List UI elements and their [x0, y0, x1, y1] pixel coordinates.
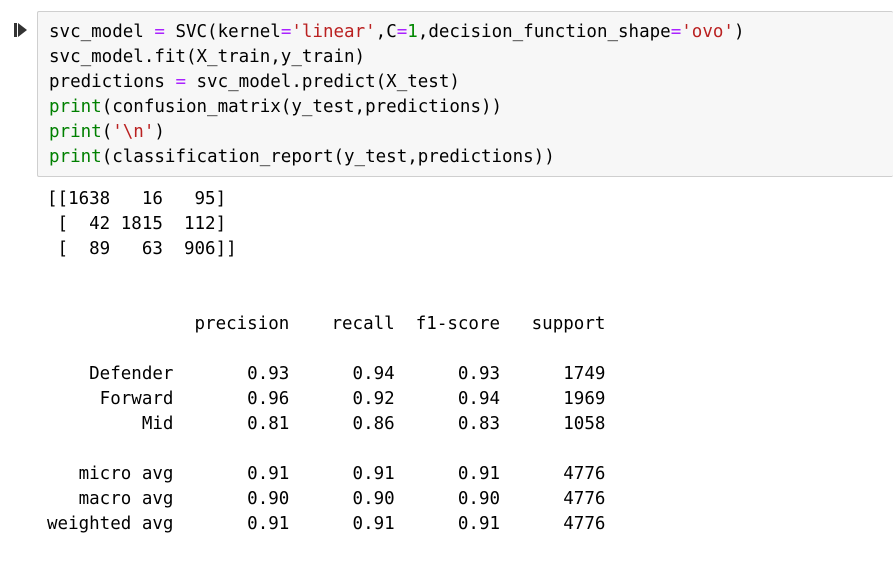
code-token: (classification_report(y_test,prediction…: [101, 147, 555, 167]
code-editor[interactable]: svc_model = SVC(kernel='linear',C=1,deci…: [49, 20, 744, 170]
code-token-number: 1: [407, 22, 418, 42]
blank-output-line: [47, 287, 605, 312]
blank-output-line: [47, 262, 605, 287]
cell-output: [[1638 16 95] [ 42 1815 112] [ 89 63 906…: [47, 187, 605, 537]
notebook-code-cell: svc_model = SVC(kernel='linear',C=1,deci…: [0, 0, 893, 571]
code-line: print(classification_report(y_test,predi…: [49, 145, 744, 170]
code-token: ,C: [375, 22, 397, 42]
code-line: print(confusion_matrix(y_test,prediction…: [49, 95, 744, 120]
code-line: svc_model = SVC(kernel='linear',C=1,deci…: [49, 20, 744, 45]
blank-output-line: [47, 337, 605, 362]
code-token: predictions: [49, 72, 176, 92]
code-token-builtin: print: [49, 147, 102, 167]
confusion-matrix-row: [ 42 1815 112]: [47, 214, 227, 234]
run-cell-glyph: [14, 23, 27, 37]
code-line: print('\n'): [49, 120, 744, 145]
code-token-string: '\n': [112, 122, 155, 142]
code-token: svc_model.fit(X_train,y_train): [49, 47, 366, 67]
blank-output-line: [47, 437, 605, 462]
code-token-string: 'linear': [291, 22, 376, 42]
code-token-string: 'ovo': [681, 22, 734, 42]
code-token: svc_model: [49, 22, 155, 42]
confusion-matrix-row: [[1638 16 95]: [47, 189, 227, 209]
code-token-operator: =: [175, 72, 186, 92]
code-token-operator: =: [670, 22, 682, 42]
code-token: svc_model.predict(X_test): [185, 72, 460, 92]
code-token: ,decision_function_shape: [417, 22, 671, 42]
confusion-matrix-row: [ 89 63 906]]: [47, 239, 237, 259]
code-token-operator: =: [396, 22, 408, 42]
code-token: (: [101, 122, 113, 142]
code-token: (confusion_matrix(y_test,predictions)): [101, 97, 503, 117]
report-header: precision recall f1-score support: [47, 314, 606, 334]
report-row-micro-avg: micro avg 0.91 0.91 0.91 4776: [47, 464, 606, 484]
report-row-forward: Forward 0.96 0.92 0.94 1969: [47, 389, 606, 409]
code-token-builtin: print: [49, 122, 102, 142]
run-cell-icon[interactable]: [13, 21, 29, 39]
report-row-weighted-avg: weighted avg 0.91 0.91 0.91 4776: [47, 514, 606, 534]
report-row-mid: Mid 0.81 0.86 0.83 1058: [47, 414, 606, 434]
code-token-builtin: print: [49, 97, 102, 117]
code-input-area[interactable]: svc_model = SVC(kernel='linear',C=1,deci…: [37, 11, 893, 177]
report-row-defender: Defender 0.93 0.94 0.93 1749: [47, 364, 606, 384]
code-token-operator: =: [280, 22, 292, 42]
code-line: predictions = svc_model.predict(X_test): [49, 70, 744, 95]
code-token: ): [154, 122, 165, 142]
code-token: SVC(kernel: [164, 22, 281, 42]
code-token-operator: =: [154, 22, 165, 42]
code-line: svc_model.fit(X_train,y_train): [49, 45, 744, 70]
code-token: ): [733, 22, 745, 42]
report-row-macro-avg: macro avg 0.90 0.90 0.90 4776: [47, 489, 606, 509]
